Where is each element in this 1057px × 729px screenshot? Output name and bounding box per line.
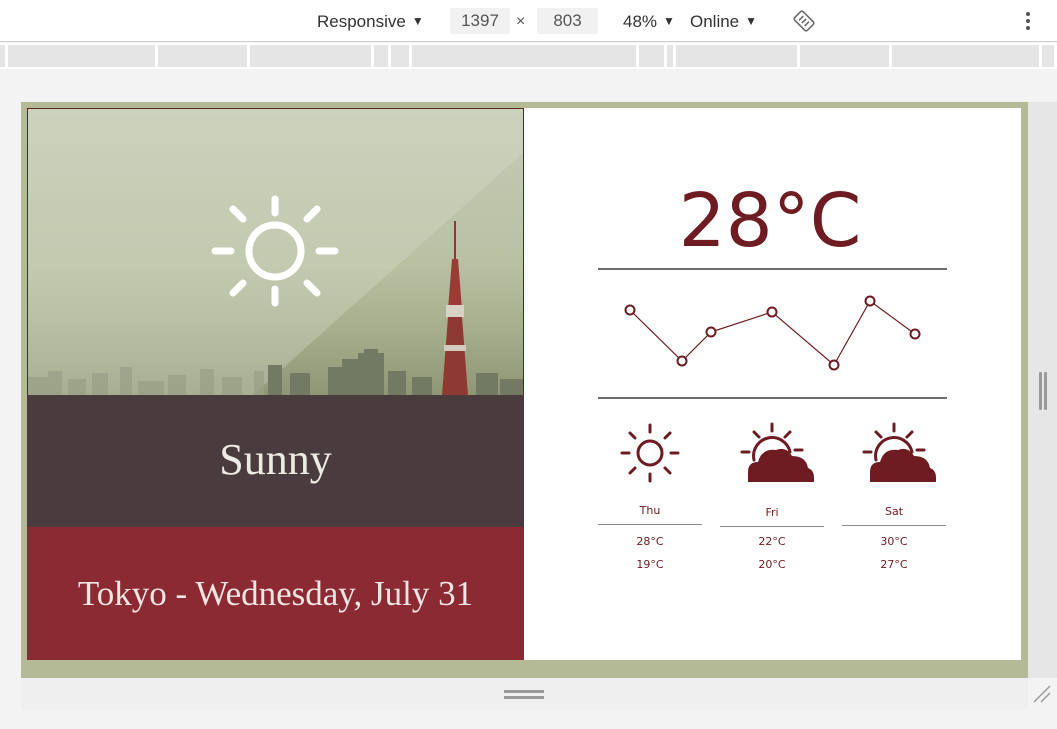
condition-text: Sunny: [219, 435, 332, 484]
divider: [598, 397, 947, 399]
forecast-divider: [598, 524, 702, 525]
forecast-high: 30°C: [880, 535, 908, 548]
weather-hero: Sunny Tokyo - Wednesday, July 31: [27, 108, 524, 660]
forecast-low: 27°C: [880, 558, 908, 571]
forecast-day: Thu: [639, 504, 661, 517]
forecast-divider: [842, 525, 946, 526]
zoom-label: 48%: [623, 12, 658, 31]
triangle-down-icon: ▼: [745, 14, 758, 28]
media-query-segment[interactable]: [250, 45, 371, 67]
media-query-segment[interactable]: [0, 45, 5, 67]
divider: [598, 268, 947, 270]
trend-point: [864, 295, 876, 307]
devtools-toolbar: Responsive ▼ 1397 × 803 48% ▼ Online ▼: [0, 0, 1057, 42]
temperature-trend-chart: [624, 295, 921, 371]
forecast-high: 22°C: [758, 535, 786, 548]
media-query-segment[interactable]: [639, 45, 664, 67]
media-query-segment[interactable]: [676, 45, 797, 67]
trend-point: [705, 326, 717, 338]
forecast-low: 19°C: [636, 558, 664, 571]
media-query-bar: [0, 43, 1057, 69]
location-band: Tokyo - Wednesday, July 31: [27, 527, 524, 660]
right-resize-handle[interactable]: [1038, 372, 1048, 410]
device-mode-label: Responsive: [317, 12, 406, 31]
sun-icon: [211, 195, 339, 307]
media-query-segment[interactable]: [391, 45, 409, 67]
partly-cloudy-icon: [740, 422, 814, 482]
trend-point: [909, 328, 921, 340]
media-query-segment[interactable]: [158, 45, 247, 67]
forecast-low: 20°C: [758, 558, 786, 571]
trend-point: [828, 359, 840, 371]
media-query-segment[interactable]: [412, 45, 636, 67]
times-icon: ×: [516, 13, 526, 30]
rotate-icon[interactable]: [792, 10, 816, 32]
device-mode-select[interactable]: Responsive ▼: [317, 0, 424, 41]
weather-details: 28°C Thu 28°C 19°C Fri 22°C 20°C Sat 30°…: [524, 108, 1021, 660]
height-input[interactable]: 803: [537, 8, 598, 34]
tokyo-skyline-photo: [27, 108, 524, 395]
trend-point: [766, 306, 778, 318]
zoom-select[interactable]: 48% ▼: [623, 0, 675, 41]
network-label: Online: [690, 12, 740, 31]
weather-app: Sunny Tokyo - Wednesday, July 31 28°C Th…: [27, 108, 1021, 660]
media-query-segment[interactable]: [892, 45, 1039, 67]
media-query-segment[interactable]: [800, 45, 889, 67]
media-query-segment[interactable]: [8, 45, 155, 67]
tokyo-tower: [442, 221, 468, 395]
trend-point: [676, 355, 688, 367]
width-input[interactable]: 1397: [450, 8, 510, 34]
sun-icon: [620, 423, 680, 483]
media-query-segment[interactable]: [374, 45, 388, 67]
triangle-down-icon: ▼: [663, 14, 675, 28]
media-query-segment[interactable]: [1042, 45, 1054, 67]
current-temperature: 28°C: [678, 178, 862, 264]
triangle-down-icon: ▼: [411, 14, 424, 28]
forecast-high: 28°C: [636, 535, 664, 548]
forecast-day: Sat: [884, 505, 904, 518]
corner-resize-icon[interactable]: [1032, 684, 1052, 704]
partly-cloudy-icon: [862, 422, 936, 482]
network-throttle-select[interactable]: Online ▼: [690, 0, 757, 41]
condition-band: Sunny: [27, 395, 524, 527]
media-query-segment[interactable]: [667, 45, 673, 67]
more-vert-icon[interactable]: [1026, 12, 1032, 33]
trend-point: [624, 304, 636, 316]
bottom-resize-handle[interactable]: [504, 690, 544, 700]
forecast-divider: [720, 526, 824, 527]
forecast-day: Fri: [765, 506, 779, 519]
location-date-text: Tokyo - Wednesday, July 31: [77, 574, 474, 613]
